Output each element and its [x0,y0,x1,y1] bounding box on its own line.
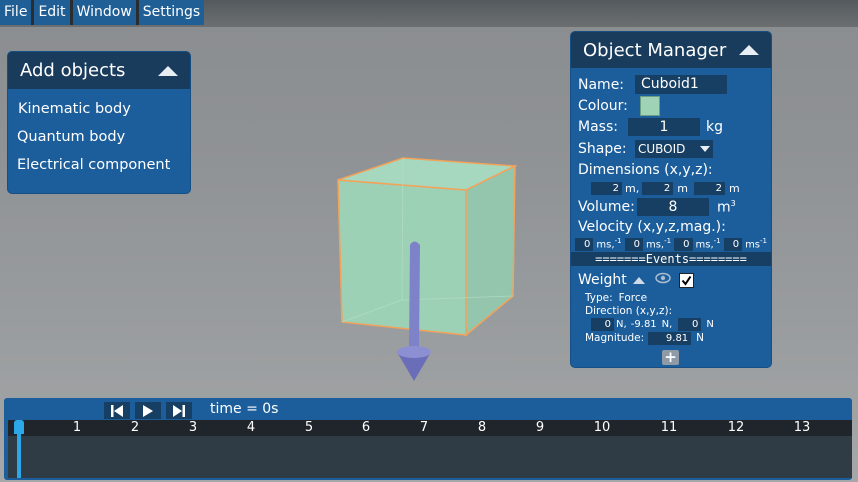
event-name: Weight [578,272,627,288]
dim-y-unit: m [677,181,688,195]
shape-value: CUBOID [638,141,686,156]
tick-label: 1 [72,420,82,435]
vel-x-unit: ms,-1 [596,237,621,250]
vel-z-unit: ms,-1 [696,237,721,250]
timeline-track[interactable]: 0 1 2 3 4 5 6 7 8 9 10 11 12 13 [8,420,852,478]
tick-label: 10 [593,420,611,435]
dir-x-unit: N, [616,318,627,330]
shape-dropdown[interactable]: CUBOID [635,139,713,158]
tick-label: 11 [660,420,678,435]
add-event-button[interactable]: + [662,350,679,365]
vel-mag-unit-exp: -1 [760,237,767,246]
dir-x-field[interactable]: 0 [591,317,614,331]
tick-label: 5 [304,420,314,435]
playhead-line [17,434,21,478]
colour-swatch[interactable] [640,95,660,116]
dimensions-label: Dimensions (x,y,z): [578,161,713,178]
add-objects-header[interactable]: Add objects [8,52,190,89]
magnitude-unit: N [696,332,705,344]
tick-label: 7 [419,420,429,435]
volume-unit-exp: 3 [730,198,736,208]
tick-label: 9 [535,420,545,435]
add-objects-title: Add objects [20,60,126,81]
event-visible-checkbox[interactable] [678,272,694,288]
volume-unit: m3 [717,199,736,216]
play-button[interactable] [135,402,161,419]
magnitude-field[interactable]: 9.81 [648,331,692,345]
colour-label: Colour: [578,97,628,114]
add-objects-panel: Add objects Kinematic body Quantum body … [8,52,190,193]
magnitude-label: Magnitude: [585,332,645,344]
shape-label: Shape: [578,140,627,157]
tick-label: 13 [793,420,811,435]
playhead-handle[interactable] [14,420,24,434]
name-label: Name: [578,76,625,93]
chevron-down-icon [700,145,710,152]
timeline-panel: time = 0s 0 1 2 3 4 5 6 7 8 9 10 11 12 1… [4,398,852,480]
add-electrical-component[interactable]: Electrical component [8,151,190,179]
cuboid-object[interactable] [337,157,518,337]
dim-y-field[interactable]: 2 [642,181,674,195]
add-quantum-body[interactable]: Quantum body [8,123,190,151]
vel-y-unit-exp: -1 [664,237,672,246]
collapse-icon[interactable] [158,65,178,76]
add-kinematic-body[interactable]: Kinematic body [8,95,190,123]
eye-icon[interactable] [655,272,671,288]
tick-label: 4 [246,420,256,435]
dim-x-field[interactable]: 2 [591,181,622,195]
time-readout: time = 0s [210,401,279,417]
dir-y-field[interactable]: -9.81 [629,318,660,331]
vel-mag-field[interactable]: 0 [723,237,743,251]
skip-forward-icon [173,404,185,417]
tick-label: 3 [188,420,198,435]
object-manager-header[interactable]: Object Manager [571,32,771,68]
vel-y-unit: ms,-1 [646,237,671,250]
vel-mag-unit: ms-1 [745,237,767,250]
vel-z-unit-exp: -1 [713,237,721,246]
object-manager-panel: Object Manager Name: Cuboid1 Colour: Mas… [571,32,771,367]
tick-label: 12 [727,420,745,435]
collapse-icon[interactable] [739,45,759,55]
mass-unit: kg [706,119,723,135]
vel-mag-unit-text: ms [745,239,761,251]
vel-x-unit-text: ms, [596,239,615,251]
volume-unit-base: m [717,199,731,216]
timeline-ruler[interactable]: 0 1 2 3 4 5 6 7 8 9 10 11 12 13 [8,420,852,436]
dir-y-unit: N, [661,318,673,330]
vel-x-field[interactable]: 0 [575,237,594,251]
mass-field[interactable]: 1 [628,118,700,136]
name-field[interactable]: Cuboid1 [635,75,727,94]
event-collapse-icon[interactable] [632,276,645,284]
volume-label: Volume: [578,199,635,215]
skip-back-icon [111,404,123,417]
events-separator: =======Events======== [571,252,771,266]
skip-back-button[interactable] [104,402,130,419]
direction-label: Direction (x,y,z): [585,304,673,317]
tick-label: 8 [477,420,487,435]
velocity-label: Velocity (x,y,z,mag.): [578,219,726,235]
vel-x-unit-exp: -1 [614,237,622,246]
dir-z-unit: N [706,318,714,330]
mass-label: Mass: [578,119,618,135]
object-manager-title: Object Manager [583,39,727,61]
dim-z-unit: m [728,181,740,195]
play-icon [143,404,153,417]
vel-z-unit-text: ms, [695,239,714,251]
dir-z-field[interactable]: 0 [678,317,702,331]
vel-y-unit-text: ms, [645,239,665,251]
vel-z-field[interactable]: 0 [674,237,693,251]
tick-label: 2 [130,420,140,435]
event-type-label: Type: [585,291,613,304]
dim-x-unit: m, [625,181,640,195]
skip-forward-button[interactable] [166,402,192,419]
cuboid-side-face [465,164,516,337]
dim-z-field[interactable]: 2 [693,181,725,195]
vel-y-field[interactable]: 0 [624,237,643,251]
event-type-value: Force [618,291,648,304]
volume-field[interactable]: 8 [637,198,709,216]
tick-label: 6 [361,420,371,435]
